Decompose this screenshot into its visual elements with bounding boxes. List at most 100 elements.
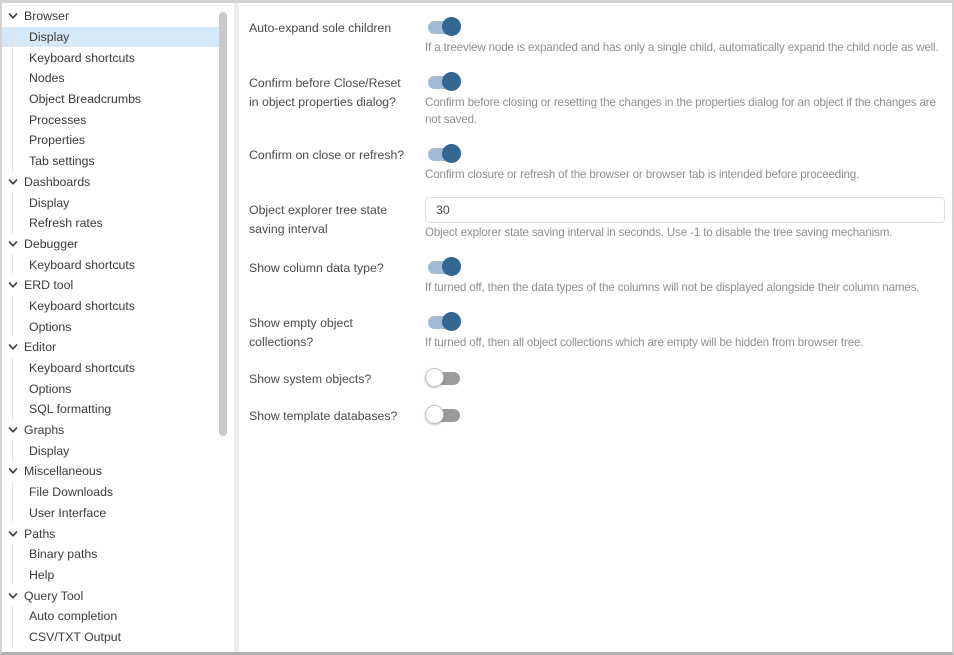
setting-label: Show empty object collections? [249, 308, 425, 352]
sidebar-item-dashboards[interactable]: Dashboards [2, 172, 219, 193]
sidebar-item-label: Binary paths [29, 547, 97, 561]
sidebar-item-options[interactable]: Options [2, 316, 219, 337]
chevron-down-icon[interactable] [7, 238, 18, 249]
setting-control: If turned off, then all object collectio… [425, 308, 945, 352]
sidebar-item-help[interactable]: Help [2, 565, 219, 586]
toggle-thumb [442, 312, 461, 331]
show-column-data-type-toggle[interactable] [425, 256, 463, 278]
setting-label: Confirm before Close/Reset in object pro… [249, 68, 425, 128]
preferences-tree-sidebar: Browser Display Keyboard shortcuts Nodes Obj… [2, 3, 239, 652]
sidebar-item-label: Dashboards [24, 175, 90, 189]
setting-row-confirm-on-close-or-refresh: Confirm on close or refresh?Confirm clos… [249, 140, 945, 183]
sidebar-item-label: Debugger [24, 237, 78, 251]
sidebar-item-graphs[interactable]: Graphs [2, 420, 219, 441]
setting-help-text: If a treeview node is expanded and has o… [425, 39, 945, 56]
chevron-down-icon[interactable] [7, 342, 18, 353]
confirm-before-close-reset-toggle[interactable] [425, 71, 463, 93]
sidebar-item-display[interactable]: Display [2, 27, 219, 48]
sidebar-item-label: Nodes [29, 71, 65, 85]
sidebar-item-label: Keyboard shortcuts [29, 361, 135, 375]
sidebar-item-file-downloads[interactable]: File Downloads [2, 482, 219, 503]
setting-control: If a treeview node is expanded and has o… [425, 13, 945, 56]
sidebar-item-label: Graphs [24, 423, 64, 437]
setting-row-show-system-objects: Show system objects? [249, 364, 945, 389]
sidebar-item-object-breadcrumbs[interactable]: Object Breadcrumbs [2, 89, 219, 110]
sidebar-item-label: Display [29, 30, 69, 44]
sidebar-item-label: Processes [29, 113, 86, 127]
sidebar-item-keyboard-shortcuts[interactable]: Keyboard shortcuts [2, 358, 219, 379]
sidebar-item-display[interactable]: Display [2, 440, 219, 461]
sidebar-item-label: Options [29, 382, 71, 396]
sidebar-item-options[interactable]: Options [2, 378, 219, 399]
chevron-down-icon[interactable] [7, 528, 18, 539]
show-system-objects-toggle[interactable] [425, 367, 463, 389]
setting-row-show-empty-object-collections: Show empty object collections?If turned … [249, 308, 945, 352]
sidebar-item-keyboard-shortcuts[interactable]: Keyboard shortcuts [2, 254, 219, 275]
setting-help-text: If turned off, then the data types of th… [425, 279, 945, 296]
sidebar-item-user-interface[interactable]: User Interface [2, 503, 219, 524]
setting-help-text: Object explorer state saving interval in… [425, 224, 945, 241]
toggle-thumb [442, 17, 461, 36]
sidebar-item-label: Browser [24, 9, 69, 23]
sidebar-item-sql-formatting[interactable]: SQL formatting [2, 399, 219, 420]
sidebar-item-label: Help [29, 568, 54, 582]
chevron-down-icon[interactable] [7, 176, 18, 187]
sidebar-item-editor[interactable]: Editor [2, 337, 219, 358]
sidebar-item-label: Query Tool [24, 589, 83, 603]
toggle-thumb [442, 144, 461, 163]
setting-control: Confirm closure or refresh of the browse… [425, 140, 945, 183]
sidebar-item-auto-completion[interactable]: Auto completion [2, 606, 219, 627]
chevron-down-icon[interactable] [7, 425, 18, 436]
sidebar-item-nodes[interactable]: Nodes [2, 68, 219, 89]
sidebar-item-browser[interactable]: Browser [2, 6, 219, 27]
sidebar-item-refresh-rates[interactable]: Refresh rates [2, 213, 219, 234]
sidebar-item-label: User Interface [29, 506, 106, 520]
setting-row-show-template-databases: Show template databases? [249, 401, 945, 426]
preferences-tree: Browser Display Keyboard shortcuts Nodes Obj… [2, 6, 234, 647]
toggle-thumb [442, 257, 461, 276]
confirm-on-close-or-refresh-toggle[interactable] [425, 143, 463, 165]
chevron-down-icon[interactable] [7, 11, 18, 22]
setting-help-text: If turned off, then all object collectio… [425, 334, 945, 351]
setting-row-tree-state-saving-interval: Object explorer tree state saving interv… [249, 195, 945, 241]
sidebar-item-query-tool[interactable]: Query Tool [2, 585, 219, 606]
auto-expand-sole-children-toggle[interactable] [425, 16, 463, 38]
sidebar-item-label: File Downloads [29, 485, 113, 499]
sidebar-item-keyboard-shortcuts[interactable]: Keyboard shortcuts [2, 47, 219, 68]
sidebar-item-keyboard-shortcuts[interactable]: Keyboard shortcuts [2, 296, 219, 317]
sidebar-item-label: Properties [29, 133, 85, 147]
sidebar-item-properties[interactable]: Properties [2, 130, 219, 151]
sidebar-item-erd-tool[interactable]: ERD tool [2, 275, 219, 296]
sidebar-item-label: Options [29, 320, 71, 334]
chevron-down-icon[interactable] [7, 280, 18, 291]
sidebar-item-label: Paths [24, 527, 55, 541]
show-empty-object-collections-toggle[interactable] [425, 311, 463, 333]
sidebar-item-paths[interactable]: Paths [2, 523, 219, 544]
chevron-down-icon[interactable] [7, 466, 18, 477]
setting-label: Auto-expand sole children [249, 13, 425, 56]
tree-state-saving-interval-input[interactable] [425, 197, 945, 223]
sidebar-item-label: Auto completion [29, 609, 117, 623]
setting-control [425, 401, 945, 426]
sidebar-item-miscellaneous[interactable]: Miscellaneous [2, 461, 219, 482]
sidebar-item-csv-txt-output[interactable]: CSV/TXT Output [2, 627, 219, 648]
sidebar-scrollbar-thumb[interactable] [219, 12, 227, 436]
sidebar-item-display[interactable]: Display [2, 192, 219, 213]
chevron-down-icon[interactable] [7, 590, 18, 601]
settings-panel: Auto-expand sole childrenIf a treeview n… [239, 3, 952, 652]
sidebar-item-label: SQL formatting [29, 402, 111, 416]
setting-row-auto-expand-sole-children: Auto-expand sole childrenIf a treeview n… [249, 13, 945, 56]
setting-control: If turned off, then the data types of th… [425, 253, 945, 296]
show-template-databases-toggle[interactable] [425, 404, 463, 426]
setting-help-text: Confirm closure or refresh of the browse… [425, 166, 945, 183]
sidebar-item-tab-settings[interactable]: Tab settings [2, 151, 219, 172]
setting-label: Show column data type? [249, 253, 425, 296]
sidebar-item-debugger[interactable]: Debugger [2, 234, 219, 255]
sidebar-item-binary-paths[interactable]: Binary paths [2, 544, 219, 565]
toggle-thumb [425, 368, 444, 387]
sidebar-item-processes[interactable]: Processes [2, 109, 219, 130]
sidebar-item-label: CSV/TXT Output [29, 630, 121, 644]
setting-control: Confirm before closing or resetting the … [425, 68, 945, 128]
setting-control [425, 364, 945, 389]
sidebar-item-label: Display [29, 444, 69, 458]
